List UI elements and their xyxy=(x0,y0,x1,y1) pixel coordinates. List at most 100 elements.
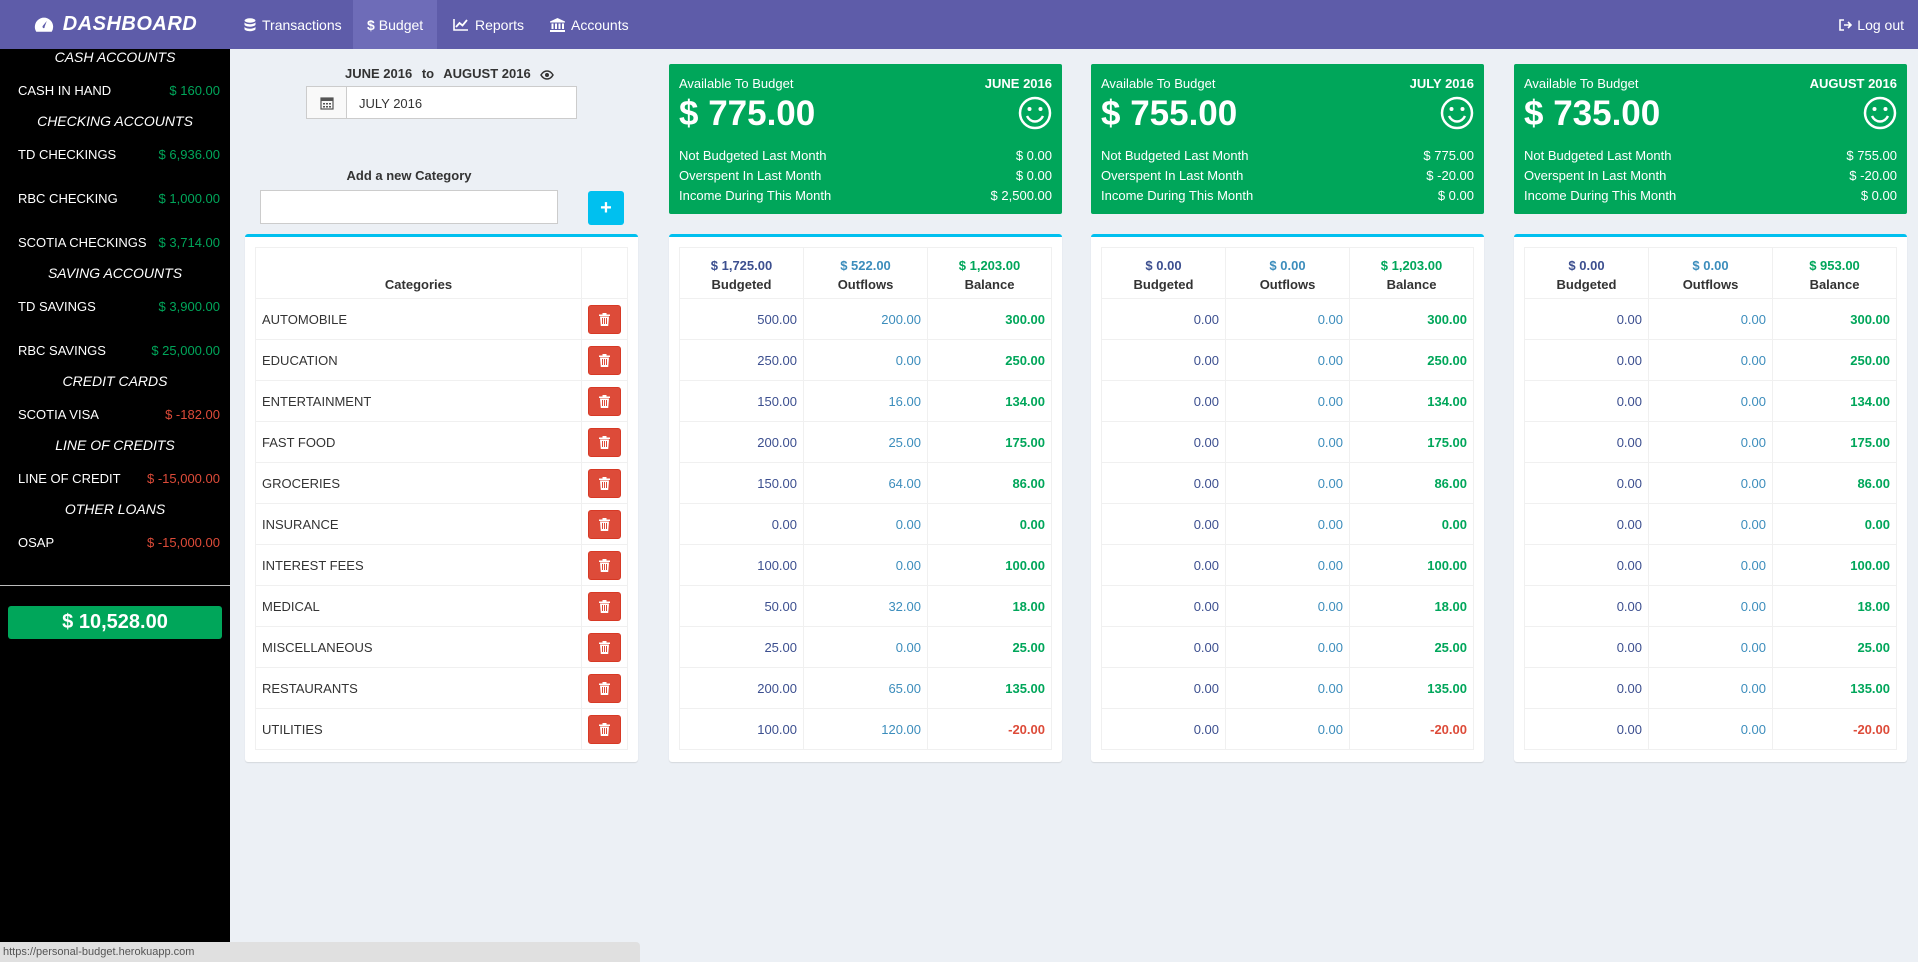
budgeted-cell[interactable]: 0.00 xyxy=(1524,503,1649,545)
stat-label: Income During This Month xyxy=(1524,188,1677,203)
budgeted-cell[interactable]: 0.00 xyxy=(1524,380,1649,422)
budgeted-cell[interactable]: 0.00 xyxy=(1524,339,1649,381)
stat-label: Not Budgeted Last Month xyxy=(679,148,827,163)
nav-budget[interactable]: $ Budget xyxy=(353,0,438,49)
budgeted-cell[interactable]: 0.00 xyxy=(1524,667,1649,709)
budgeted-cell[interactable]: 0.00 xyxy=(1101,339,1226,381)
month-picker[interactable]: JULY 2016 xyxy=(306,86,577,119)
budgeted-cell[interactable]: 25.00 xyxy=(679,626,804,668)
budgeted-cell[interactable]: 150.00 xyxy=(679,462,804,504)
account-td-checkings[interactable]: TD CHECKINGS $ 6,936.00 xyxy=(0,145,230,165)
budgeted-cell[interactable]: 50.00 xyxy=(679,585,804,627)
table-row: 150.00 64.00 86.00 xyxy=(679,462,1052,504)
add-category-input[interactable] xyxy=(260,190,558,224)
budgeted-cell[interactable]: 200.00 xyxy=(679,421,804,463)
table-row: 0.00 0.00 175.00 xyxy=(1524,421,1897,463)
card-month: JUNE 2016 xyxy=(984,76,1052,91)
delete-category-button[interactable] xyxy=(588,386,621,416)
balance-cell: 134.00 xyxy=(1349,380,1474,422)
budgeted-cell[interactable]: 100.00 xyxy=(679,708,804,750)
budgeted-cell[interactable]: 0.00 xyxy=(1101,626,1226,668)
column-label-balance: Balance xyxy=(964,277,1015,292)
outflows-cell: 64.00 xyxy=(803,462,928,504)
nav-accounts[interactable]: Accounts xyxy=(536,0,643,49)
category-actions xyxy=(581,708,628,750)
delete-category-button[interactable] xyxy=(588,714,621,744)
outflows-cell: 200.00 xyxy=(803,298,928,340)
table-row: 0.00 0.00 250.00 xyxy=(1524,339,1897,381)
delete-category-button[interactable] xyxy=(588,550,621,580)
nav-transactions[interactable]: Transactions xyxy=(230,0,356,49)
account-scotia-checkings[interactable]: SCOTIA CHECKINGS $ 3,714.00 xyxy=(0,233,230,253)
budgeted-cell[interactable]: 0.00 xyxy=(1101,503,1226,545)
column-total-budgeted: $ 0.00 xyxy=(1568,258,1605,273)
delete-category-button[interactable] xyxy=(588,632,621,662)
outflows-cell: 25.00 xyxy=(803,421,928,463)
delete-category-button[interactable] xyxy=(588,591,621,621)
account-line-of-credit[interactable]: LINE OF CREDIT $ -15,000.00 xyxy=(0,469,230,489)
brand[interactable]: DASHBOARD xyxy=(0,0,230,49)
budgeted-cell[interactable]: 0.00 xyxy=(1524,462,1649,504)
budgeted-cell[interactable]: 0.00 xyxy=(1524,544,1649,586)
budgeted-cell[interactable]: 200.00 xyxy=(679,667,804,709)
account-td-savings[interactable]: TD SAVINGS $ 3,900.00 xyxy=(0,297,230,317)
balance-cell: 175.00 xyxy=(927,421,1052,463)
budgeted-cell[interactable]: 0.00 xyxy=(1101,585,1226,627)
budgeted-cell[interactable]: 250.00 xyxy=(679,339,804,381)
available-to-budget-card: Available To Budget AUGUST 2016 $ 735.00 No… xyxy=(1514,64,1907,214)
budgeted-cell[interactable]: 0.00 xyxy=(1101,708,1226,750)
account-rbc-checking[interactable]: RBC CHECKING $ 1,000.00 xyxy=(0,189,230,209)
delete-category-button[interactable] xyxy=(588,673,621,703)
month-picker-value: JULY 2016 xyxy=(359,96,423,111)
budgeted-cell[interactable]: 0.00 xyxy=(1101,421,1226,463)
column-header-balance: $ 953.00 Balance xyxy=(1772,247,1897,299)
trash-icon xyxy=(599,681,610,695)
budgeted-cell[interactable]: 0.00 xyxy=(1101,667,1226,709)
budgeted-cell[interactable]: 0.00 xyxy=(679,503,804,545)
nav-reports[interactable]: Reports xyxy=(439,0,538,49)
logout-link[interactable]: Log out xyxy=(1839,0,1904,49)
budgeted-cell[interactable]: 0.00 xyxy=(1524,585,1649,627)
delete-category-button[interactable] xyxy=(588,509,621,539)
table-row: 0.00 0.00 18.00 xyxy=(1101,585,1474,627)
trash-icon xyxy=(599,640,610,654)
budgeted-cell[interactable]: 0.00 xyxy=(1524,298,1649,340)
budgeted-cell[interactable]: 0.00 xyxy=(1101,298,1226,340)
stat-label: Overspent In Last Month xyxy=(1101,168,1244,183)
budgeted-cell[interactable]: 150.00 xyxy=(679,380,804,422)
section-title-loans: OTHER LOANS xyxy=(64,501,166,517)
outflows-cell: 0.00 xyxy=(1225,462,1350,504)
sidebar-divider xyxy=(0,585,230,586)
table-row: 0.00 0.00 18.00 xyxy=(1524,585,1897,627)
outflows-cell: 0.00 xyxy=(803,503,928,545)
add-category-button[interactable]: + xyxy=(588,191,624,225)
delete-category-button[interactable] xyxy=(588,468,621,498)
available-amount: $ 755.00 xyxy=(1101,94,1238,133)
budgeted-cell[interactable]: 0.00 xyxy=(1101,380,1226,422)
budgeted-cell[interactable]: 0.00 xyxy=(1524,626,1649,668)
table-row: 0.00 0.00 -20.00 xyxy=(1101,708,1474,750)
account-cash-in-hand[interactable]: CASH IN HAND $ 160.00 xyxy=(0,81,230,101)
table-row: MEDICAL xyxy=(255,585,628,627)
delete-category-button[interactable] xyxy=(588,427,621,457)
calendar-icon[interactable] xyxy=(307,87,347,118)
table-row: 0.00 0.00 100.00 xyxy=(1101,544,1474,586)
budgeted-cell[interactable]: 100.00 xyxy=(679,544,804,586)
stat-label: Overspent In Last Month xyxy=(679,168,822,183)
account-rbc-savings[interactable]: RBC SAVINGS $ 25,000.00 xyxy=(0,341,230,361)
account-scotia-visa[interactable]: SCOTIA VISA $ -182.00 xyxy=(0,405,230,425)
budgeted-cell[interactable]: 0.00 xyxy=(1524,421,1649,463)
delete-category-button[interactable] xyxy=(588,345,621,375)
budgeted-cell[interactable]: 0.00 xyxy=(1101,462,1226,504)
budgeted-cell[interactable]: 0.00 xyxy=(1524,708,1649,750)
trash-icon xyxy=(599,394,610,408)
budgeted-cell[interactable]: 500.00 xyxy=(679,298,804,340)
delete-category-button[interactable] xyxy=(588,304,621,334)
account-osap[interactable]: OSAP $ -15,000.00 xyxy=(0,533,230,553)
eye-icon[interactable] xyxy=(540,69,555,80)
budgeted-cell[interactable]: 0.00 xyxy=(1101,544,1226,586)
table-row: ENTERTAINMENT xyxy=(255,380,628,422)
month-budget-table: $ 0.00 Budgeted $ 0.00 Outflows $ 953.00 Bala… xyxy=(1524,247,1897,750)
account-name: RBC SAVINGS xyxy=(18,343,106,358)
stat-value: $ 0.00 xyxy=(1860,188,1897,203)
